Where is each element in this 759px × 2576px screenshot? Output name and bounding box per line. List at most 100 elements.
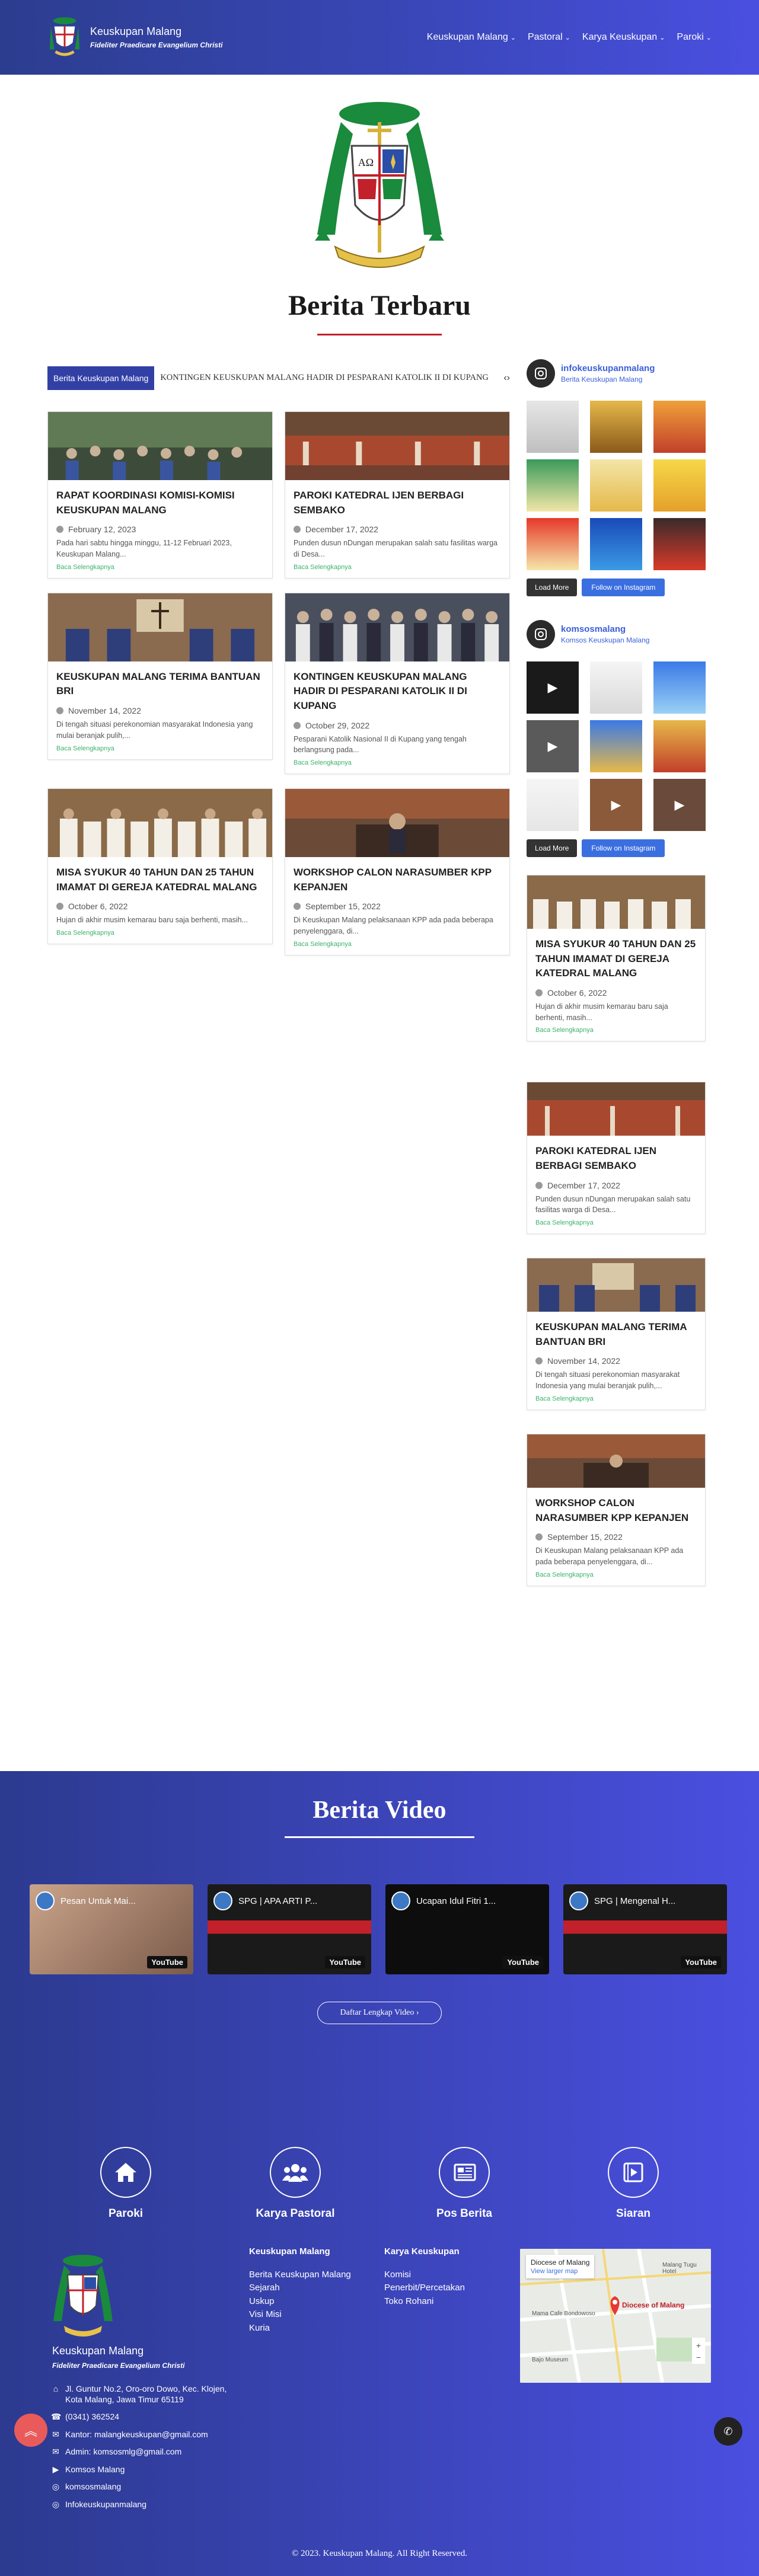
instagram-post[interactable] [653, 518, 706, 570]
location-map[interactable]: + − Diocese of Malang View larger map Di… [520, 2249, 711, 2383]
read-more-link[interactable]: Baca Selengkapnya [535, 1219, 697, 1226]
read-more-link[interactable]: Baca Selengkapnya [294, 941, 501, 948]
instagram-post[interactable] [527, 401, 579, 453]
instagram-post[interactable] [527, 779, 579, 831]
video-title[interactable]: SPG | APA ARTI P... [238, 1896, 317, 1906]
sidebar-news-card[interactable]: KEUSKUPAN MALANG TERIMA BANTUAN BRI Nove… [527, 1258, 706, 1410]
instagram-post[interactable] [590, 661, 642, 714]
sidebar-news-card[interactable]: PAROKI KATEDRAL IJEN BERBAGI SEMBAKO Dec… [527, 1082, 706, 1235]
youtube-icon[interactable]: YouTube [147, 1956, 187, 1968]
news-title[interactable]: PAROKI KATEDRAL IJEN BERBAGI SEMBAKO [535, 1144, 697, 1173]
instagram-handle[interactable]: komsosmalang [561, 624, 649, 634]
sidebar-news-card[interactable]: MISA SYUKUR 40 TAHUN dan 25 TAHUN IMAMAT… [527, 875, 706, 1042]
news-card[interactable]: PAROKI KATEDRAL IJEN BERBAGI SEMBAKO Dec… [285, 411, 510, 579]
read-more-link[interactable]: Baca Selengkapnya [294, 759, 501, 766]
news-thumbnail[interactable] [285, 789, 509, 858]
service-siaran[interactable]: Siaran [586, 2147, 681, 2220]
read-more-link[interactable]: Baca Selengkapnya [535, 1571, 697, 1578]
nav-paroki[interactable]: Paroki ⌄ [677, 32, 712, 43]
footer-link[interactable]: Kuria [249, 2322, 351, 2335]
footer-link[interactable]: Penerbit/Percetakan [384, 2281, 465, 2295]
video-title[interactable]: Pesan Untuk Mai... [60, 1896, 136, 1906]
video-title[interactable]: SPG | Mengenal H... [594, 1896, 675, 1906]
news-title[interactable]: MISA SYUKUR 40 TAHUN dan 25 TAHUN IMAMAT… [56, 865, 264, 894]
youtube-icon[interactable]: YouTube [503, 1956, 543, 1968]
instagram-video-post[interactable]: ▶ [527, 720, 579, 772]
news-thumbnail[interactable] [527, 1258, 705, 1312]
read-more-link[interactable]: Baca Selengkapnya [535, 1395, 697, 1402]
news-thumbnail[interactable] [48, 789, 272, 858]
footer-link[interactable]: Uskup [249, 2295, 351, 2309]
footer-link[interactable]: Komisi [384, 2268, 465, 2282]
instagram-icon[interactable] [527, 620, 555, 648]
instagram-post[interactable] [590, 459, 642, 512]
instagram-post[interactable] [653, 661, 706, 714]
nav-karya-keuskupan[interactable]: Karya Keuskupan ⌄ [582, 32, 665, 43]
news-card[interactable]: KEUSKUPAN MALANG TERIMA BANTUAN BRI Nove… [47, 592, 273, 760]
instagram-link[interactable]: Infokeuskupanmalang [65, 2500, 146, 2510]
footer-link[interactable]: Toko Rohani [384, 2295, 465, 2309]
footer-link[interactable]: Sejarah [249, 2281, 351, 2295]
news-thumbnail[interactable] [48, 593, 272, 661]
load-more-button[interactable]: Load More [527, 839, 578, 857]
video-title[interactable]: Ucapan Idul Fitri 1... [416, 1896, 496, 1906]
news-card[interactable]: RAPAT KOORDINASI KOMISI-KOMISI KEUSKUPAN… [47, 411, 273, 579]
read-more-link[interactable]: Baca Selengkapnya [56, 745, 264, 752]
instagram-post[interactable] [653, 401, 706, 453]
chat-button[interactable]: ✆ [714, 2417, 742, 2446]
news-title[interactable]: WORKSHOP CALON NARASUMBER KPP KEPANJEN [535, 1496, 697, 1525]
video-embed[interactable]: Pesan Untuk Mai... YouTube [30, 1884, 193, 1974]
instagram-post[interactable] [590, 518, 642, 570]
youtube-icon[interactable]: YouTube [325, 1956, 365, 1968]
nav-keuskupan-malang[interactable]: Keuskupan Malang ⌄ [427, 32, 516, 43]
office-email[interactable]: Kantor: malangkeuskupan@gmail.com [65, 2430, 208, 2440]
instagram-video-post[interactable]: ▶ [590, 779, 642, 831]
service-pos-berita[interactable]: Pos Berita [417, 2147, 512, 2220]
instagram-post[interactable] [653, 459, 706, 512]
instagram-link[interactable]: komsosmalang [65, 2482, 121, 2492]
scroll-top-button[interactable]: ︽ [14, 2414, 47, 2447]
news-title[interactable]: KEUSKUPAN MALANG TERIMA BANTUAN BRI [56, 670, 264, 699]
instagram-post[interactable] [527, 459, 579, 512]
instagram-post[interactable] [527, 518, 579, 570]
read-more-link[interactable]: Baca Selengkapnya [535, 1027, 697, 1034]
news-thumbnail[interactable] [527, 1434, 705, 1488]
news-title[interactable]: RAPAT KOORDINASI KOMISI-KOMISI KEUSKUPAN… [56, 488, 264, 517]
video-list-button[interactable]: Daftar Lengkap Video › [317, 2002, 442, 2024]
instagram-post[interactable] [590, 720, 642, 772]
instagram-video-post[interactable]: ▶ [653, 779, 706, 831]
news-title[interactable]: MISA SYUKUR 40 TAHUN dan 25 TAHUN IMAMAT… [535, 937, 697, 981]
news-thumbnail[interactable] [285, 412, 509, 480]
news-thumbnail[interactable] [527, 875, 705, 929]
phone-text[interactable]: (0341) 362524 [65, 2412, 119, 2422]
site-title[interactable]: Keuskupan Malang [90, 25, 222, 38]
footer-link[interactable]: Visi Misi [249, 2308, 351, 2322]
news-card[interactable]: KONTINGEN KEUSKUPAN MALANG HADIR DI PESP… [285, 592, 510, 775]
news-thumbnail[interactable] [285, 593, 509, 661]
video-embed[interactable]: SPG | APA ARTI P... YouTube [208, 1884, 371, 1974]
nav-pastoral[interactable]: Pastoral ⌄ [528, 32, 570, 43]
follow-instagram-button[interactable]: Follow on Instagram [582, 579, 665, 596]
news-thumbnail[interactable] [48, 412, 272, 480]
instagram-post[interactable] [653, 720, 706, 772]
read-more-link[interactable]: Baca Selengkapnya [294, 564, 501, 571]
service-karya-pastoral[interactable]: Karya Pastoral [248, 2147, 343, 2220]
news-card[interactable]: WORKSHOP CALON NARASUMBER KPP KEPANJEN S… [285, 788, 510, 955]
read-more-link[interactable]: Baca Selengkapnya [56, 929, 264, 937]
news-card[interactable]: MISA SYUKUR 40 TAHUN dan 25 TAHUN IMAMAT… [47, 788, 273, 945]
view-larger-map-link[interactable]: View larger map [531, 2268, 589, 2275]
youtube-icon[interactable]: YouTube [681, 1956, 721, 1968]
news-title[interactable]: WORKSHOP CALON NARASUMBER KPP KEPANJEN [294, 865, 501, 894]
admin-email[interactable]: Admin: komsosmlg@gmail.com [65, 2447, 181, 2457]
instagram-handle[interactable]: infokeuskupanmalang [561, 363, 655, 373]
ticker-arrows-icon[interactable]: ‹› [503, 373, 510, 383]
footer-link[interactable]: Berita Keuskupan Malang [249, 2268, 351, 2282]
news-title[interactable]: KONTINGEN KEUSKUPAN MALANG HADIR DI PESP… [294, 670, 501, 714]
diocese-logo[interactable] [47, 15, 82, 60]
instagram-icon[interactable] [527, 359, 555, 388]
service-paroki[interactable]: Paroki [78, 2147, 173, 2220]
ticker-headline[interactable]: KONTINGEN KEUSKUPAN MALANG HADIR DI PESP… [154, 371, 503, 385]
instagram-post[interactable] [590, 401, 642, 453]
follow-instagram-button[interactable]: Follow on Instagram [582, 839, 665, 857]
youtube-link[interactable]: Komsos Malang [65, 2465, 125, 2475]
